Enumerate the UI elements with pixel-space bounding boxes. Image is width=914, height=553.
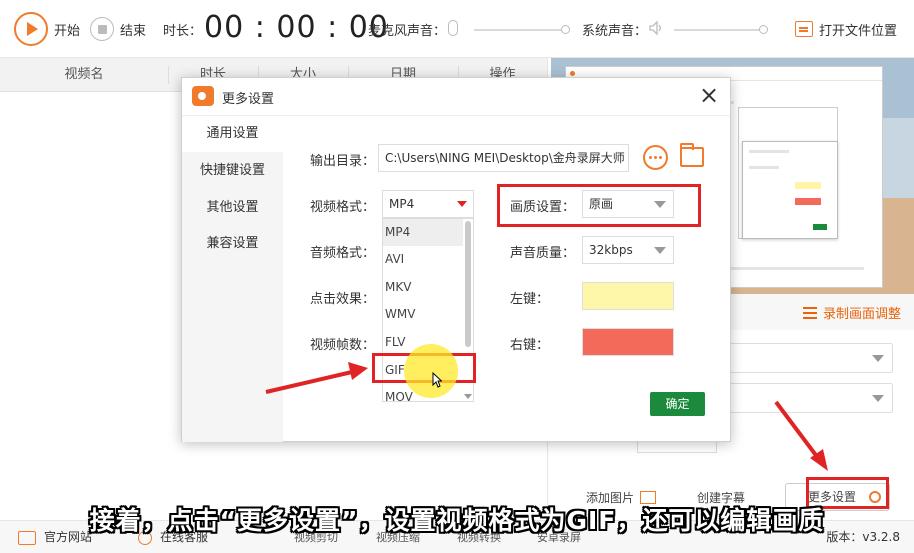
format-option-wmv[interactable]: WMV bbox=[383, 301, 463, 328]
start-label: 开始 bbox=[54, 23, 81, 39]
confirm-button[interactable]: 确定 bbox=[650, 392, 705, 416]
nav-other-settings[interactable]: 其他设置 bbox=[182, 190, 283, 226]
output-dir-label: 输出目录： bbox=[310, 154, 376, 169]
duration-label: 时长： bbox=[163, 23, 203, 39]
open-folder-label: 打开文件位置 bbox=[819, 23, 898, 39]
more-options-icon[interactable] bbox=[643, 145, 668, 170]
highlight-box-quality bbox=[497, 184, 701, 227]
chevron-down-icon bbox=[654, 247, 666, 254]
open-file-location-button[interactable]: 打开文件位置 bbox=[795, 0, 897, 58]
right-click-color-swatch[interactable] bbox=[582, 328, 674, 356]
dialog-title: 更多设置 bbox=[222, 92, 275, 107]
more-settings-dialog: 更多设置 × 通用设置 快捷键设置 其他设置 兼容设置 输出目录： C:\Use… bbox=[181, 77, 731, 442]
chevron-down-icon bbox=[457, 201, 467, 207]
adjust-icon bbox=[802, 306, 817, 319]
output-dir-field[interactable]: C:\Users\NING MEI\Desktop\金舟录屏大师 bbox=[378, 144, 629, 172]
format-option-mkv[interactable]: MKV bbox=[383, 274, 463, 301]
video-format-value: MP4 bbox=[389, 197, 415, 211]
folder-open-icon bbox=[795, 21, 813, 37]
left-click-color-swatch[interactable] bbox=[582, 282, 674, 310]
mic-volume-slider[interactable] bbox=[474, 25, 570, 34]
column-video-name: 视频名 bbox=[64, 67, 104, 82]
frame-rate-label: 视频帧数： bbox=[310, 338, 376, 353]
format-option-mp4[interactable]: MP4 bbox=[383, 219, 463, 246]
mouse-cursor-icon bbox=[432, 372, 442, 388]
stop-record-button[interactable]: 结束 bbox=[90, 0, 146, 58]
audio-quality-value: 32kbps bbox=[589, 243, 633, 257]
audio-format-label: 音频格式： bbox=[310, 246, 376, 261]
system-volume-slider[interactable] bbox=[674, 25, 768, 34]
adjust-label: 录制画面调整 bbox=[822, 307, 901, 322]
tutorial-caption: 接着，点击“更多设置”，设置视频格式为GIF，还可以编辑画质 bbox=[89, 506, 825, 535]
video-format-select[interactable]: MP4 bbox=[382, 190, 474, 218]
folder-icon[interactable] bbox=[680, 143, 704, 167]
video-format-label: 视频格式： bbox=[310, 200, 376, 215]
settings-nav: 通用设置 快捷键设置 其他设置 兼容设置 bbox=[182, 116, 283, 442]
dropdown-scrollbar[interactable] bbox=[465, 221, 471, 347]
format-option-avi[interactable]: AVI bbox=[383, 246, 463, 273]
start-record-button[interactable]: 开始 bbox=[14, 0, 80, 58]
speaker-icon[interactable] bbox=[648, 20, 664, 36]
top-toolbar: 开始 结束 时长： 00 : 00 : 00 麦克风声音： 系统声音： 打开文件… bbox=[0, 0, 914, 58]
scroll-down-icon[interactable] bbox=[464, 394, 472, 399]
nav-hotkey-settings[interactable]: 快捷键设置 bbox=[182, 153, 283, 189]
nav-compat-settings[interactable]: 兼容设置 bbox=[182, 226, 283, 262]
microphone-icon[interactable] bbox=[448, 20, 458, 36]
click-effect-label: 点击效果： bbox=[310, 292, 376, 307]
close-icon[interactable]: × bbox=[698, 83, 720, 108]
nav-general-settings[interactable]: 通用设置 bbox=[182, 116, 283, 152]
chevron-down-icon bbox=[872, 395, 884, 402]
click-highlight bbox=[404, 344, 458, 398]
left-click-label: 左键： bbox=[510, 292, 550, 307]
stop-icon bbox=[90, 17, 114, 41]
system-volume-label: 系统声音： bbox=[582, 23, 648, 39]
app-logo-icon bbox=[192, 86, 214, 106]
dialog-titlebar: 更多设置 × bbox=[182, 78, 730, 116]
timer-display: 00 : 00 : 00 bbox=[204, 10, 389, 45]
audio-quality-select[interactable]: 32kbps bbox=[582, 236, 674, 264]
right-click-label: 右键： bbox=[510, 338, 550, 353]
stop-label: 结束 bbox=[120, 23, 147, 39]
audio-quality-label: 声音质量： bbox=[510, 246, 576, 261]
mic-volume-label: 麦克风声音： bbox=[368, 23, 447, 39]
chevron-down-icon bbox=[872, 355, 884, 362]
play-icon bbox=[14, 12, 48, 46]
